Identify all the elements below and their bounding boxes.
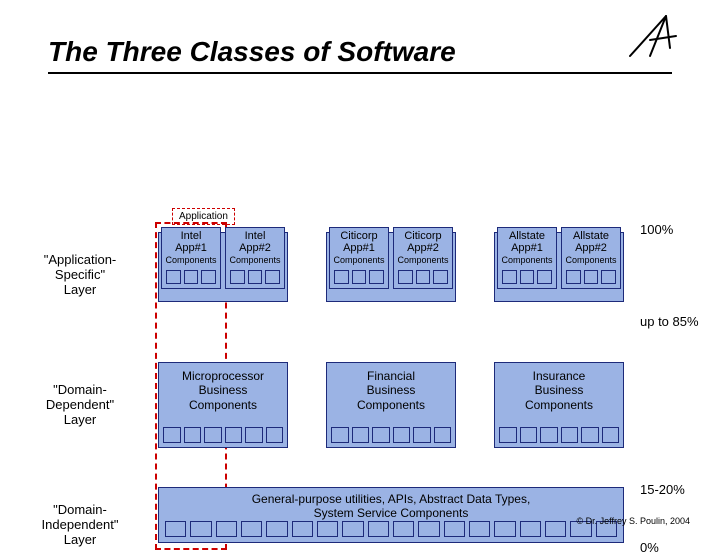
text: "Domain- — [53, 382, 107, 397]
text: Intel — [245, 230, 266, 242]
domain-financial: Financial Business Components — [326, 362, 456, 448]
text: Specific" — [55, 267, 105, 282]
mini-cells — [163, 427, 283, 443]
mini-cells — [566, 270, 616, 284]
app-allstate-1: Allstate App#1 Components — [497, 227, 557, 289]
mini-cells — [165, 521, 617, 537]
text: Allstate — [573, 230, 609, 242]
domain-independent-row: General-purpose utilities, APIs, Abstrac… — [158, 487, 624, 543]
percent-100: 100% — [640, 222, 673, 237]
row-label-app-specific: "Application- Specific" Layer — [20, 252, 140, 297]
text: Citicorp — [340, 230, 377, 242]
text: Business — [199, 383, 248, 397]
components-label: Components — [498, 256, 556, 266]
mini-cells — [499, 427, 619, 443]
page-title: The Three Classes of Software — [0, 0, 720, 72]
text: Business — [367, 383, 416, 397]
row-label-domain-dependent: "Domain- Dependent" Layer — [20, 382, 140, 427]
text: Components — [357, 398, 425, 412]
copyright: © Dr. Jeffrey S. Poulin, 2004 — [576, 516, 690, 526]
components-label: Components — [162, 256, 220, 266]
logo-glyph — [620, 6, 680, 71]
text: Layer — [64, 412, 97, 427]
app-intel-2: Intel App#2 Components — [225, 227, 285, 289]
mini-cells — [398, 270, 448, 284]
text: Independent" — [42, 517, 119, 532]
text: Components — [189, 398, 257, 412]
text: App#2 — [239, 242, 271, 254]
title-rule — [48, 72, 672, 74]
text: "Domain- — [53, 502, 107, 517]
text: App#2 — [575, 242, 607, 254]
mini-cells — [331, 427, 451, 443]
app-intel-1: Intel App#1 Components — [161, 227, 221, 289]
app-allstate-2: Allstate App#2 Components — [561, 227, 621, 289]
mini-cells — [230, 270, 280, 284]
text: Insurance — [533, 369, 586, 383]
text: Allstate — [509, 230, 545, 242]
text: App#1 — [511, 242, 543, 254]
components-label: Components — [226, 256, 284, 266]
row-label-domain-independent: "Domain- Independent" Layer — [20, 502, 140, 547]
text: System Service Components — [314, 506, 469, 520]
components-label: Components — [562, 256, 620, 266]
text: General-purpose utilities, APIs, Abstrac… — [252, 492, 531, 506]
text: Citicorp — [404, 230, 441, 242]
text: Layer — [64, 282, 97, 297]
text: Financial — [367, 369, 415, 383]
text: Intel — [181, 230, 202, 242]
mini-cells — [502, 270, 552, 284]
percent-0: 0% — [640, 540, 659, 555]
mini-cells — [166, 270, 216, 284]
text: App#1 — [343, 242, 375, 254]
app-citicorp-1: Citicorp App#1 Components — [329, 227, 389, 289]
text: App#1 — [175, 242, 207, 254]
text: Microprocessor — [182, 369, 264, 383]
text: Business — [535, 383, 584, 397]
domain-insurance: Insurance Business Components — [494, 362, 624, 448]
percent-15: 15-20% — [640, 482, 685, 497]
text: "Application- — [44, 252, 117, 267]
components-label: Components — [330, 256, 388, 266]
percent-85: up to 85% — [640, 314, 699, 329]
app-citicorp-2: Citicorp App#2 Components — [393, 227, 453, 289]
domain-microprocessor: Microprocessor Business Components — [158, 362, 288, 448]
components-label: Components — [394, 256, 452, 266]
text: Components — [525, 398, 593, 412]
text: App#2 — [407, 242, 439, 254]
mini-cells — [334, 270, 384, 284]
text: Dependent" — [46, 397, 114, 412]
